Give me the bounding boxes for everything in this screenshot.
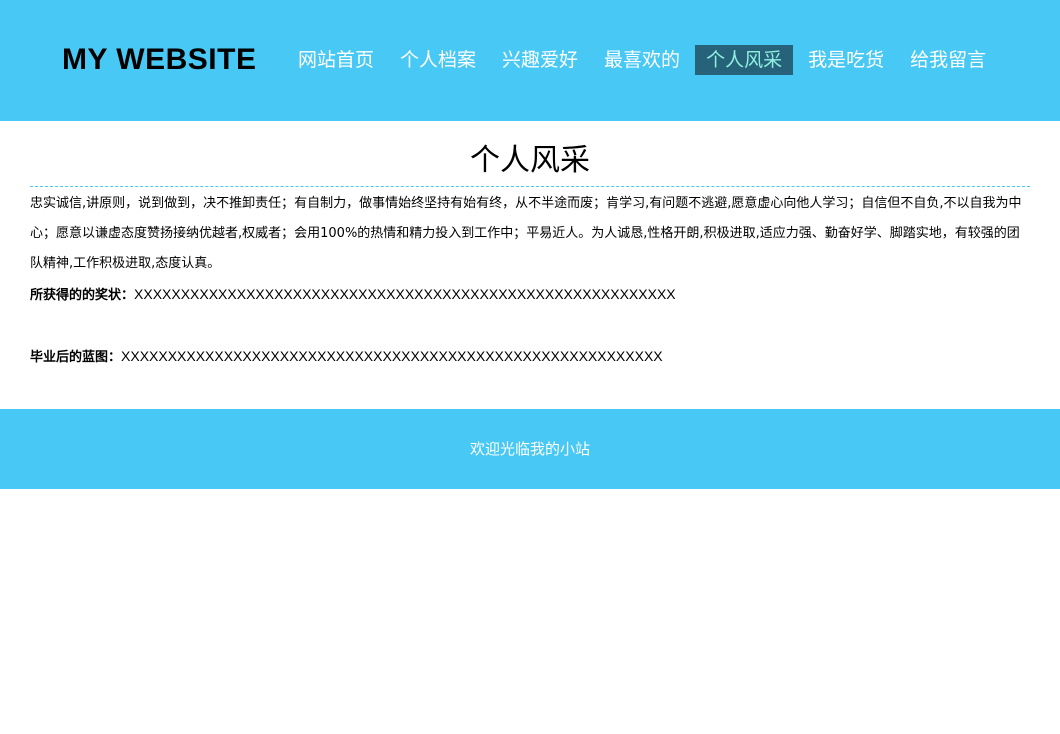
blueprint-row: 毕业后的蓝图：XXXXXXXXXXXXXXXXXXXXXXXXXXXXXXXXX… (30, 341, 1030, 373)
site-logo[interactable]: MY WEBSITE (62, 40, 256, 80)
footer-text: 欢迎光临我的小站 (469, 440, 590, 458)
nav-item-foodie[interactable]: 我是吃货 (797, 45, 895, 75)
nav-item-message[interactable]: 给我留言 (899, 45, 997, 75)
nav-item-hobbies[interactable]: 兴趣爱好 (491, 45, 589, 75)
main-nav: 网站首页 个人档案 兴趣爱好 最喜欢的 个人风采 我是吃货 给我留言 (287, 45, 1001, 75)
awards-row: 所获得的的奖状：XXXXXXXXXXXXXXXXXXXXXXXXXXXXXXXX… (30, 279, 1030, 311)
site-header: MY WEBSITE 网站首页 个人档案 兴趣爱好 最喜欢的 个人风采 我是吃货… (0, 0, 1060, 121)
blueprint-value: XXXXXXXXXXXXXXXXXXXXXXXXXXXXXXXXXXXXXXXX… (121, 348, 663, 364)
title-divider (30, 186, 1030, 187)
intro-paragraph: 忠实诚信,讲原则，说到做到，决不推卸责任；有自制力，做事情始终坚持有始有终，从不… (30, 196, 1022, 271)
main-content: 忠实诚信,讲原则，说到做到，决不推卸责任；有自制力，做事情始终坚持有始有终，从不… (30, 189, 1030, 373)
nav-item-home[interactable]: 网站首页 (287, 45, 385, 75)
blueprint-label: 毕业后的蓝图： (30, 350, 122, 365)
site-footer: 欢迎光临我的小站 (0, 409, 1060, 489)
nav-item-personal-style[interactable]: 个人风采 (695, 45, 794, 75)
awards-label: 所获得的的奖状： (30, 288, 135, 303)
nav-item-profile[interactable]: 个人档案 (389, 45, 487, 75)
awards-value: XXXXXXXXXXXXXXXXXXXXXXXXXXXXXXXXXXXXXXXX… (134, 286, 676, 302)
page-title: 个人风采 (470, 143, 590, 178)
nav-item-favorites[interactable]: 最喜欢的 (593, 45, 691, 75)
